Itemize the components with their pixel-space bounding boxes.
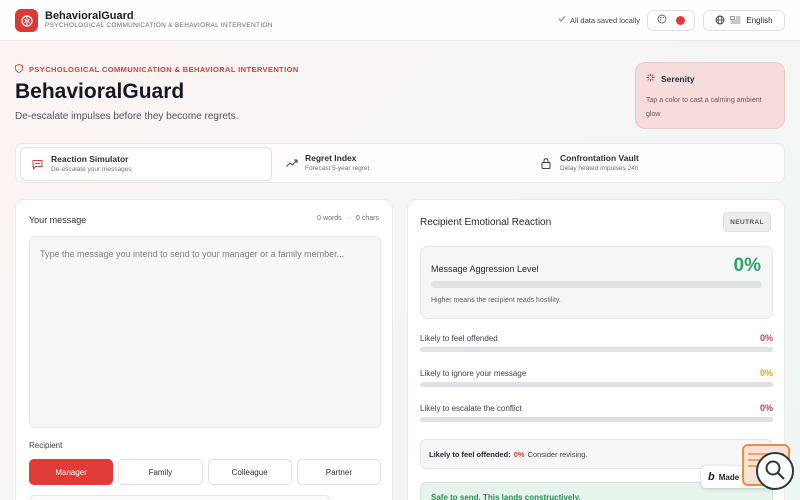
hero-eyebrow: PSYCHOLOGICAL COMMUNICATION & BEHAVIORAL…: [15, 64, 299, 75]
active-color-swatch: [676, 16, 685, 25]
recipient-colleague-button[interactable]: Colleague: [207, 459, 292, 485]
message-label: Your message: [29, 215, 87, 225]
reaction-panel: Recipient Emotional Reaction NEUTRAL Mes…: [407, 199, 785, 500]
top-bar: BehavioralGuard PSYCHOLOGICAL COMMUNICAT…: [0, 0, 800, 41]
language-selector[interactable]: English: [703, 10, 785, 31]
check-icon: [558, 15, 566, 25]
search-fab[interactable]: [756, 452, 794, 490]
metric-label: Likely to feel offended: [420, 334, 498, 343]
word-count: 0 words: [317, 215, 342, 222]
recipient-manager-button[interactable]: Manager: [29, 459, 114, 485]
count-separator: ·: [347, 215, 351, 222]
summary-advice: Consider revising.: [527, 449, 588, 459]
brain-logo-icon: [15, 9, 38, 32]
metric-label: Likely to escalate the conflict: [420, 404, 522, 413]
tab-confrontation-vault[interactable]: Confrontation Vault Delay heated impulse…: [530, 147, 782, 181]
aggression-label: Message Aggression Level: [431, 264, 539, 274]
metric-ignore: Likely to ignore your message 0%: [420, 368, 773, 391]
recipient-family-button[interactable]: Family: [118, 459, 203, 485]
aggression-card: Message Aggression Level 0% Higher means…: [420, 246, 773, 319]
composer-footer-field[interactable]: [29, 495, 331, 500]
serenity-title-text: Serenity: [661, 73, 695, 84]
reaction-title: Recipient Emotional Reaction: [420, 217, 552, 228]
metric-value: 0%: [759, 333, 773, 343]
metric-bar: [420, 417, 773, 422]
metric-offended: Likely to feel offended 0%: [420, 333, 773, 356]
app-subtitle: PSYCHOLOGICAL COMMUNICATION & BEHAVIORAL…: [45, 22, 273, 29]
app-name: BehavioralGuard: [45, 10, 134, 22]
lock-icon: [541, 158, 551, 172]
search-icon: [763, 458, 787, 485]
saved-status-text: All data saved locally: [570, 15, 641, 25]
serenity-card[interactable]: Serenity Tap a color to cast a calming a…: [635, 62, 785, 129]
metric-label: Likely to ignore your message: [420, 369, 527, 378]
saved-status: All data saved locally: [558, 15, 640, 25]
serenity-title: Serenity: [646, 73, 774, 84]
palette-icon: [657, 14, 667, 27]
tab-subtitle: Delay heated impulses 24h: [560, 165, 639, 172]
reaction-summary: Likely to feel offended: 0% Consider rev…: [420, 439, 773, 469]
builder-logo-icon: b: [708, 471, 715, 483]
message-input[interactable]: [29, 236, 381, 428]
aggression-value: 0%: [733, 255, 761, 276]
metric-value: 0%: [759, 403, 773, 413]
tab-bar: Reaction Simulator De-escalate your mess…: [15, 143, 785, 183]
message-counts: 0 words · 0 chars: [317, 215, 379, 222]
serenity-description: Tap a color to cast a calming ambient gl…: [646, 97, 762, 118]
tab-subtitle: De-escalate your messages: [51, 166, 132, 173]
summary-value: 0%: [513, 449, 525, 459]
status-badge: NEUTRAL: [723, 212, 771, 232]
tab-subtitle: Forecast 5-year regret: [305, 165, 370, 172]
aggression-note: Higher means the recipient reads hostili…: [431, 297, 561, 304]
tab-title: Confrontation Vault: [560, 153, 639, 163]
sparkle-icon: [646, 73, 655, 84]
summary-label: Likely to feel offended:: [429, 449, 511, 459]
flag-icon: [730, 15, 741, 26]
page-subtitle: De-escalate impulses before they become …: [15, 111, 239, 122]
recipient-label: Recipient: [29, 441, 63, 450]
message-composer-panel: Your message 0 words · 0 chars Recipient…: [15, 199, 393, 500]
metric-bar: [420, 347, 773, 352]
tab-reaction-simulator[interactable]: Reaction Simulator De-escalate your mess…: [20, 147, 272, 181]
page-title: BehavioralGuard: [15, 80, 185, 103]
tab-title: Regret Index: [305, 153, 357, 163]
shield-icon: [15, 64, 23, 75]
language-label: English: [746, 16, 773, 25]
metric-value: 0%: [759, 368, 773, 378]
recipient-partner-button[interactable]: Partner: [296, 459, 381, 485]
hero-eyebrow-text: PSYCHOLOGICAL COMMUNICATION & BEHAVIORAL…: [29, 65, 299, 74]
globe-icon: [715, 15, 725, 27]
trending-up-icon: [286, 158, 298, 171]
palette-button[interactable]: [647, 10, 695, 31]
message-icon: [32, 159, 43, 173]
tab-regret-index[interactable]: Regret Index Forecast 5-year regret: [275, 147, 527, 181]
metric-escalate: Likely to escalate the conflict 0%: [420, 403, 773, 426]
aggression-meter: [431, 281, 762, 288]
recipient-selector: Manager Family Colleague Partner: [29, 459, 381, 485]
metric-bar: [420, 382, 773, 387]
tab-title: Reaction Simulator: [51, 154, 129, 164]
char-count: 0 chars: [356, 215, 379, 222]
